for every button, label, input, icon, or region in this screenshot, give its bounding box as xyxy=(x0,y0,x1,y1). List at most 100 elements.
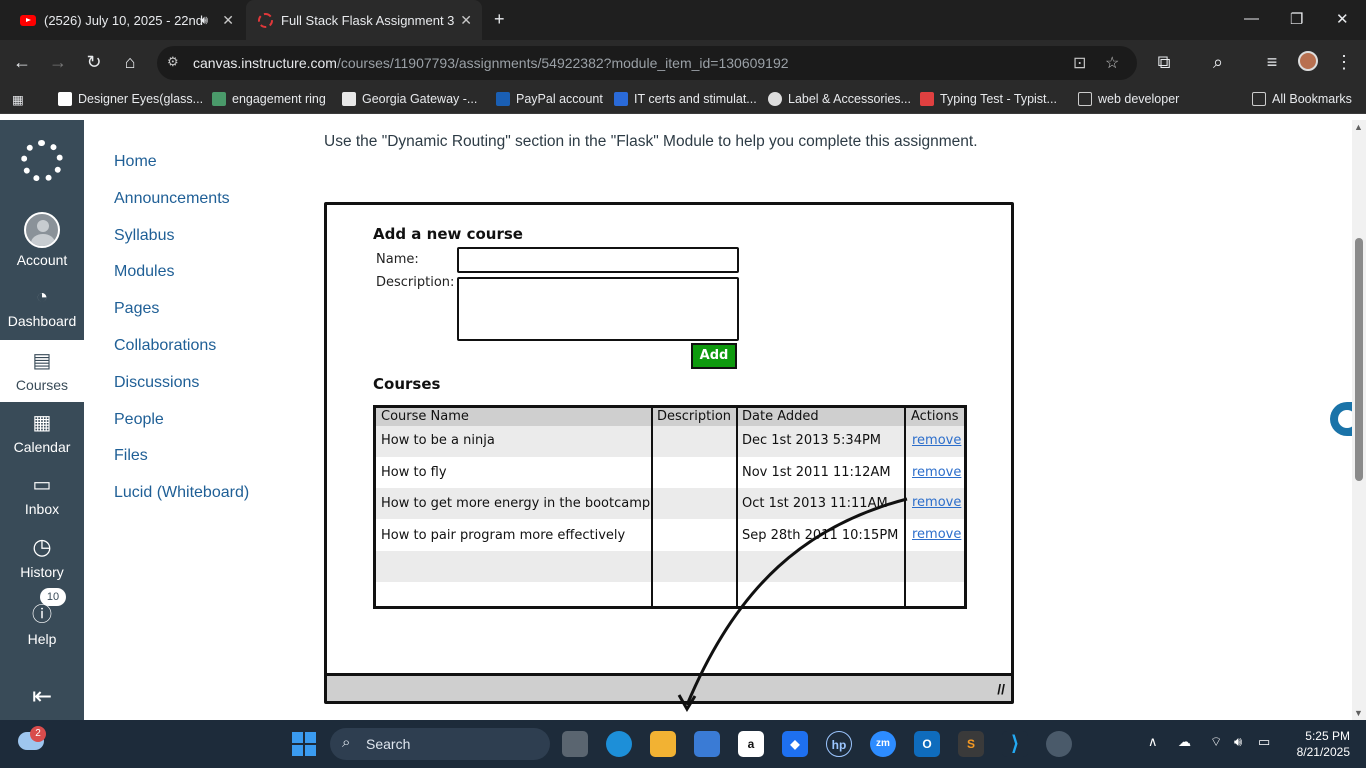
nav-label: Inbox xyxy=(24,501,60,517)
course-nav-lucid[interactable]: Lucid (Whiteboard) xyxy=(114,484,249,502)
bookmark-item[interactable]: Label & Accessories... xyxy=(768,92,911,106)
scroll-down-icon[interactable]: ▼ xyxy=(1354,708,1363,718)
audio-icon[interactable]: 🔊︎ xyxy=(200,13,208,28)
nav-dashboard[interactable]: ◔ Dashboard xyxy=(0,286,84,329)
edge-icon[interactable] xyxy=(606,731,632,757)
page-scrollbar[interactable]: ▲ ▼ xyxy=(1352,120,1366,720)
chrome-icon[interactable] xyxy=(1046,731,1072,757)
nav-label: Calendar xyxy=(13,439,71,455)
all-bookmarks[interactable]: All Bookmarks xyxy=(1252,92,1352,106)
hp-icon[interactable]: hp xyxy=(826,731,852,757)
minimize-icon[interactable]: — xyxy=(1244,10,1259,27)
course-nav-pages[interactable]: Pages xyxy=(114,300,159,318)
canvas-logo-icon xyxy=(21,140,63,182)
bookmark-item[interactable]: IT certs and stimulat... xyxy=(614,92,757,106)
tab-assignment[interactable]: Full Stack Flask Assignment 3 ✕ xyxy=(246,0,482,40)
browser-tab-bar: (2526) July 10, 2025 - 22nd 🔊︎ ✕ Full St… xyxy=(0,0,1366,40)
nav-courses[interactable]: ▤ Courses xyxy=(0,340,84,402)
course-navigation: Home Announcements Syllabus Modules Page… xyxy=(84,120,304,720)
nav-calendar[interactable]: ▦ Calendar xyxy=(0,410,84,455)
sublime-text-icon[interactable]: S xyxy=(958,731,984,757)
menu-kebab-icon[interactable]: ⋮ xyxy=(1332,52,1356,73)
bookmark-item[interactable]: PayPal account xyxy=(496,92,603,106)
calendar-icon: ▦ xyxy=(32,412,52,434)
wifi-icon[interactable]: ⌔ xyxy=(1210,734,1222,750)
media-control-icon[interactable]: ≡ xyxy=(1260,52,1284,73)
windows-taskbar: 2 ⌕ Search a ◆ hp zm O S ⟩ ∧ ☁ ⌔ 🔊︎ ▭ 5:… xyxy=(0,720,1366,768)
search-label: Search xyxy=(366,736,411,752)
close-tab-icon[interactable]: ✕ xyxy=(222,12,234,29)
search-icon: ⌕ xyxy=(342,734,351,751)
tray-expand-icon[interactable]: ∧ xyxy=(1148,734,1158,750)
site-icon xyxy=(614,92,628,106)
scroll-up-icon[interactable]: ▲ xyxy=(1354,122,1363,132)
course-nav-collaborations[interactable]: Collaborations xyxy=(114,337,216,355)
bookmark-star-icon[interactable]: ☆ xyxy=(1105,53,1119,73)
nav-history[interactable]: ◷ History xyxy=(0,534,84,580)
canvas-logo-link[interactable] xyxy=(0,140,84,182)
close-window-icon[interactable]: ✕ xyxy=(1336,10,1349,28)
folder-icon xyxy=(1252,92,1266,106)
collapse-nav-icon[interactable]: ⇤ xyxy=(0,682,84,711)
home-icon[interactable]: ⌂ xyxy=(118,52,142,73)
chat-widget-button[interactable] xyxy=(1330,402,1352,436)
tab-youtube[interactable]: (2526) July 10, 2025 - 22nd 🔊︎ ✕ xyxy=(8,0,244,40)
bookmark-item[interactable]: engagement ring xyxy=(212,92,326,106)
inbox-icon: ▭ xyxy=(32,474,52,496)
system-clock[interactable]: 5:25 PM 8/21/2025 xyxy=(1290,728,1350,760)
install-icon[interactable]: ⊡ xyxy=(1073,53,1086,73)
task-view-icon[interactable] xyxy=(562,731,588,757)
volume-icon[interactable]: 🔊︎ xyxy=(1234,734,1242,750)
browser-toolbar: ← → ↻ ⌂ ⚙ canvas.instructure.com/courses… xyxy=(0,40,1366,86)
weather-badge: 2 xyxy=(30,726,46,742)
nav-help[interactable]: ⓘ 10 Help xyxy=(0,588,84,647)
amazon-icon[interactable]: a xyxy=(738,731,764,757)
tab-title: Full Stack Flask Assignment 3 xyxy=(281,12,455,28)
microsoft-store-icon[interactable] xyxy=(694,731,720,757)
apps-grid-icon[interactable]: ▦ xyxy=(12,92,24,107)
bookmark-item[interactable]: Georgia Gateway -... xyxy=(342,92,477,106)
back-icon[interactable]: ← xyxy=(10,52,34,73)
taskbar-search[interactable]: ⌕ Search xyxy=(330,728,550,760)
course-nav-home[interactable]: Home xyxy=(114,153,157,171)
outlook-icon[interactable]: O xyxy=(914,731,940,757)
course-nav-syllabus[interactable]: Syllabus xyxy=(114,227,174,245)
nav-label: History xyxy=(20,564,64,580)
course-nav-modules[interactable]: Modules xyxy=(114,263,174,281)
extensions-icon[interactable]: ⧉ xyxy=(1152,52,1176,73)
site-info-icon[interactable]: ⚙ xyxy=(167,54,185,72)
restore-icon[interactable]: ❐ xyxy=(1290,10,1303,28)
dashboard-icon: ◔ xyxy=(35,286,49,308)
bookmark-item[interactable]: Typing Test - Typist... xyxy=(920,92,1057,106)
profile-avatar[interactable] xyxy=(1298,51,1318,71)
onedrive-icon[interactable]: ☁ xyxy=(1178,734,1191,750)
site-icon xyxy=(212,92,226,106)
course-nav-files[interactable]: Files xyxy=(114,447,148,465)
address-bar[interactable]: ⚙ canvas.instructure.com/courses/1190779… xyxy=(157,46,1137,80)
vscode-icon[interactable]: ⟩ xyxy=(1002,731,1028,757)
nav-label: Help xyxy=(27,631,57,647)
battery-icon[interactable]: ▭ xyxy=(1258,734,1270,750)
windows-start-icon[interactable] xyxy=(292,732,316,756)
account-avatar-icon xyxy=(24,212,60,248)
bookmark-item[interactable]: Designer Eyes(glass... xyxy=(58,92,203,106)
youtube-icon xyxy=(20,14,36,26)
zoom-icon[interactable]: zm xyxy=(870,731,896,757)
course-nav-announcements[interactable]: Announcements xyxy=(114,190,230,208)
file-explorer-icon[interactable] xyxy=(650,731,676,757)
tab-search-icon[interactable]: ⌕ xyxy=(1206,52,1230,73)
nav-account[interactable]: Account xyxy=(0,212,84,268)
forward-icon[interactable]: → xyxy=(46,52,70,73)
assignment-intro: Use the "Dynamic Routing" section in the… xyxy=(324,133,978,150)
reload-icon[interactable]: ↻ xyxy=(82,52,106,73)
site-icon xyxy=(920,92,934,106)
dropbox-icon[interactable]: ◆ xyxy=(782,731,808,757)
bookmark-folder[interactable]: web developer xyxy=(1078,92,1179,106)
course-nav-people[interactable]: People xyxy=(114,411,164,429)
close-tab-icon[interactable]: ✕ xyxy=(460,12,472,29)
course-nav-discussions[interactable]: Discussions xyxy=(114,374,199,392)
global-navigation: Account ◔ Dashboard ▤ Courses ▦ Calendar… xyxy=(0,120,84,720)
new-tab-button[interactable]: + xyxy=(494,9,505,30)
nav-inbox[interactable]: ▭ Inbox xyxy=(0,472,84,517)
scroll-thumb[interactable] xyxy=(1355,238,1363,481)
